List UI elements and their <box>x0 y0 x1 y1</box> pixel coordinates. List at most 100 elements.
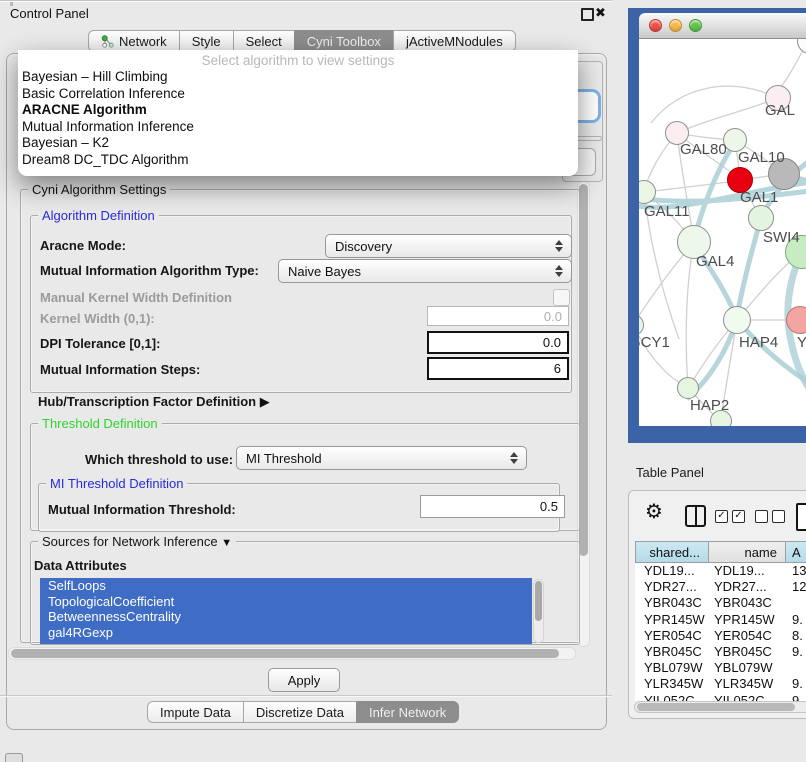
data-attribute-item[interactable]: BetweennessCentrality <box>40 609 532 625</box>
network-canvas[interactable]: GALGAL80GAL10GAL1GAL11SWI4GAL4GCY1HAP4YH… <box>639 39 806 426</box>
column-header-shared-name[interactable]: shared... <box>635 541 709 563</box>
table-cell[interactable]: YBL079W <box>709 660 787 676</box>
table-cell[interactable]: YDR27... <box>635 579 709 595</box>
table-cell[interactable]: 8. <box>787 628 806 644</box>
tab-impute-data[interactable]: Impute Data <box>147 701 244 723</box>
kernel-width-input[interactable]: 0.0 <box>427 306 569 326</box>
algorithm-option[interactable]: Basic Correlation Inference <box>18 86 578 103</box>
tab-select[interactable]: Select <box>233 30 295 52</box>
bottom-left-minimized-icon[interactable] <box>5 753 23 762</box>
scrollbar-thumb[interactable] <box>11 649 559 658</box>
table-cell[interactable]: YBL079W <box>635 660 709 676</box>
table-cell[interactable]: YIL052C <box>709 693 787 702</box>
table-cell[interactable] <box>787 660 806 676</box>
table-cell[interactable]: YBR043C <box>635 595 709 611</box>
show-checked-columns-icon[interactable]: ✓ ✓ <box>715 510 745 523</box>
table-cell[interactable]: YDL19... <box>635 563 709 579</box>
table-cell[interactable]: YBR043C <box>709 595 787 611</box>
algorithm-option[interactable]: ARACNE Algorithm <box>18 102 578 119</box>
table-cell[interactable]: YLR345W <box>635 676 709 692</box>
tab-cyni-toolbox[interactable]: Cyni Toolbox <box>294 30 394 52</box>
apply-button[interactable]: Apply <box>268 668 340 692</box>
close-icon[interactable]: ✖ <box>595 5 606 21</box>
table-cell[interactable] <box>787 595 806 611</box>
columns-icon[interactable] <box>685 505 706 527</box>
dpi-tolerance-input[interactable]: 0.0 <box>427 331 569 354</box>
new-table-icon[interactable] <box>796 503 806 531</box>
table-row[interactable]: YDR27...YDR27...12 <box>635 579 806 595</box>
tab-network[interactable]: Network <box>88 30 180 52</box>
network-node-hap2[interactable] <box>677 377 699 399</box>
table-cell[interactable]: YBR045C <box>709 644 787 660</box>
algorithm-option[interactable]: Bayesian – K2 <box>18 135 578 152</box>
table-cell[interactable]: YLR345W <box>709 676 787 692</box>
table-cell[interactable]: YDL19... <box>709 563 787 579</box>
mi-steps-label: Mutual Information Steps: <box>40 362 200 377</box>
scrollbar-thumb[interactable] <box>637 703 795 711</box>
cyni-settings-scroll-area: Cyni Algorithm Settings Algorithm Defini… <box>14 179 586 645</box>
hide-unchecked-columns-icon[interactable] <box>755 510 785 523</box>
minimize-traffic-light[interactable] <box>669 19 682 32</box>
table-row[interactable]: YER054CYER054C8. <box>635 628 806 644</box>
tab-label: Infer Network <box>369 705 446 720</box>
table-cell[interactable]: 9. <box>787 644 806 660</box>
table-cell[interactable]: 12 <box>787 579 806 595</box>
data-attribute-item[interactable]: SelfLoops <box>40 578 532 594</box>
table-cell[interactable]: YBR045C <box>635 644 709 660</box>
hub-definition-label[interactable]: Hub/Transcription Factor Definition ▶ <box>38 394 270 410</box>
mi-threshold-input[interactable]: 0.5 <box>420 495 565 518</box>
tab-jactivemnodules[interactable]: jActiveMNodules <box>393 30 516 52</box>
collapse-down-icon[interactable]: ▼ <box>221 537 232 549</box>
algorithm-option[interactable]: Mutual Information Inference <box>18 119 578 136</box>
gear-icon[interactable]: ⚙ <box>645 499 663 524</box>
data-attribute-item[interactable]: gal4RGexp <box>40 625 532 641</box>
table-cell[interactable]: 9. <box>787 612 806 628</box>
aracne-mode-select[interactable]: Discovery <box>325 234 572 258</box>
algorithm-option[interactable]: Bayesian – Hill Climbing <box>18 69 578 86</box>
table-cell[interactable]: 9. <box>787 676 806 692</box>
table-row[interactable]: YIL052CYIL052C9 <box>635 693 806 702</box>
which-threshold-select[interactable]: MI Threshold <box>236 446 527 470</box>
table-cell[interactable]: YPR145W <box>709 612 787 628</box>
tab-infer-network[interactable]: Infer Network <box>356 701 459 723</box>
tab-discretize-data[interactable]: Discretize Data <box>243 701 357 723</box>
data-attribute-item[interactable]: TopologicalCoefficient <box>40 594 532 610</box>
attributes-list-scrollbar[interactable] <box>533 579 544 643</box>
table-cell[interactable]: 9 <box>787 693 806 702</box>
table-row[interactable]: YBR045CYBR045C9. <box>635 644 806 660</box>
mi-algorithm-type-select[interactable]: Naive Bayes <box>278 259 572 283</box>
mi-steps-input[interactable]: 6 <box>427 357 569 380</box>
table-horizontal-scrollbar[interactable] <box>634 701 806 713</box>
table-cell[interactable]: YER054C <box>709 628 787 644</box>
expand-right-icon[interactable]: ▶ <box>260 394 270 409</box>
network-window-titlebar[interactable] <box>639 13 806 39</box>
algorithm-option[interactable]: Dream8 DC_TDC Algorithm <box>18 152 578 169</box>
table-row[interactable]: YBR043CYBR043C <box>635 595 806 611</box>
hub-definition-text: Hub/Transcription Factor Definition <box>38 394 256 409</box>
table-cell[interactable]: YDR27... <box>709 579 787 595</box>
tab-style[interactable]: Style <box>179 30 234 52</box>
zoom-traffic-light[interactable] <box>689 19 702 32</box>
table-cell[interactable]: YIL052C <box>635 693 709 702</box>
table-panel: ⚙ ✓ ✓ shared... name A YDL19...YDL19...1… <box>628 490 806 719</box>
float-window-icon[interactable] <box>581 8 594 21</box>
network-node-y[interactable] <box>786 306 806 334</box>
table-row[interactable]: YLR345WYLR345W9. <box>635 676 806 692</box>
scrollbar-thumb[interactable] <box>535 581 542 621</box>
table-row[interactable]: YBL079WYBL079W <box>635 660 806 676</box>
aracne-mode-label: Aracne Mode: <box>40 238 126 253</box>
table-cell[interactable]: YPR145W <box>635 612 709 628</box>
table-row[interactable]: YDL19...YDL19...13 <box>635 563 806 579</box>
close-traffic-light[interactable] <box>649 19 662 32</box>
group-title: Threshold Definition <box>38 416 162 431</box>
network-node-swi4[interactable] <box>748 205 774 231</box>
data-attributes-list: SelfLoopsTopologicalCoefficientBetweenne… <box>40 578 532 644</box>
column-header-clipped[interactable]: A <box>785 541 806 563</box>
settings-horizontal-scrollbar[interactable] <box>8 647 576 660</box>
network-node-hap4[interactable] <box>723 306 751 334</box>
table-cell[interactable]: YER054C <box>635 628 709 644</box>
column-header-name[interactable]: name <box>708 541 786 563</box>
table-row[interactable]: YPR145WYPR145W9. <box>635 612 806 628</box>
table-cell[interactable]: 13 <box>787 563 806 579</box>
manual-kernel-checkbox[interactable] <box>553 289 570 306</box>
